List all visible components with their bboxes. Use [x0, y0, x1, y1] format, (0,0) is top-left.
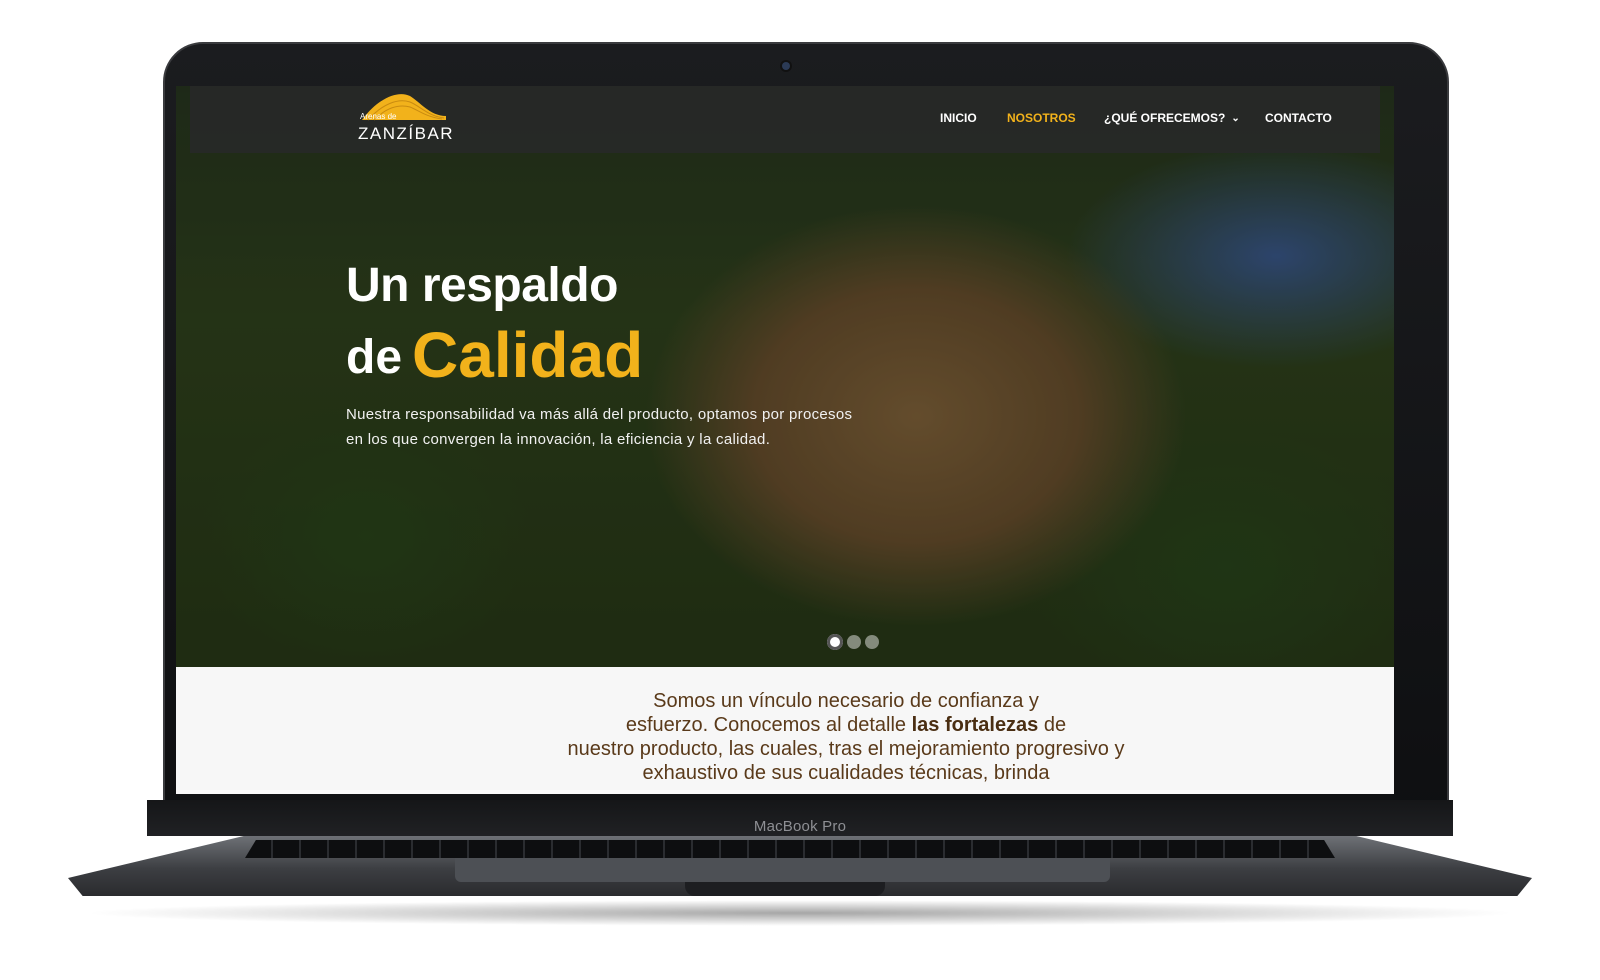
hero-description-line2: en los que convergen la innovación, la e… — [346, 431, 771, 448]
laptop-shadow — [80, 900, 1520, 926]
site-header: Arenas de ZANZÍBAR INICIO NOSOTROS ¿QUÉ … — [190, 86, 1380, 153]
site-logo[interactable]: Arenas de ZANZÍBAR — [358, 90, 453, 148]
lid-notch — [685, 882, 885, 896]
camera-icon — [782, 62, 790, 70]
slider-dot-2[interactable] — [847, 635, 861, 649]
about-section: Somos un vínculo necesario de confianza … — [176, 667, 1394, 794]
hero-title-line1: Un respaldo — [346, 259, 618, 312]
about-line2-before: esfuerzo. Conocemos al detalle — [625, 714, 907, 736]
chevron-down-icon: ⌄ — [1231, 112, 1240, 124]
about-line2: esfuerzo. Conocemos al detalle las forta… — [546, 713, 1146, 737]
hero-description: Nuestra responsabilidad va más allá del … — [346, 402, 966, 452]
hero-title-accent: Calidad — [412, 319, 644, 391]
nav-inicio-label: INICIO — [940, 111, 977, 125]
slider-dot-3[interactable] — [865, 635, 879, 649]
about-line2-bold: las fortalezas — [911, 714, 1039, 736]
about-line4: exhaustivo de sus cualidades técnicas, b… — [642, 762, 1050, 784]
hero-title-line2: de Calidad — [346, 318, 643, 392]
nav-que-ofrecemos[interactable]: ¿QUÉ OFRECEMOS? ⌄ — [1104, 106, 1240, 130]
nav-nosotros[interactable]: NOSOTROS — [1007, 106, 1076, 130]
trackpad — [455, 858, 1110, 882]
device-label: MacBook Pro — [753, 818, 847, 835]
nav-inicio[interactable]: INICIO — [940, 106, 977, 130]
nav-nosotros-label: NOSOTROS — [1007, 111, 1076, 125]
nav-contacto[interactable]: CONTACTO — [1265, 106, 1332, 130]
about-line3: nuestro producto, las cuales, tras el me… — [567, 738, 1125, 760]
logo-small-text: Arenas de — [360, 112, 397, 121]
about-line2-after: de — [1043, 714, 1067, 736]
slider-dot-1[interactable] — [827, 634, 843, 650]
keyboard — [245, 840, 1335, 858]
about-text: Somos un vínculo necesario de confianza … — [546, 689, 1146, 785]
about-line1: Somos un vínculo necesario de confianza … — [653, 690, 1039, 712]
hero-description-line1: Nuestra responsabilidad va más allá del … — [346, 406, 853, 423]
logo-large-text: ZANZÍBAR — [358, 124, 455, 143]
slider-dots — [827, 634, 879, 650]
hero-title-prefix: de — [346, 331, 403, 384]
hero-section: Arenas de ZANZÍBAR INICIO NOSOTROS ¿QUÉ … — [176, 86, 1394, 667]
nav-contacto-label: CONTACTO — [1265, 111, 1332, 125]
laptop-mockup: Arenas de ZANZÍBAR INICIO NOSOTROS ¿QUÉ … — [0, 0, 1600, 980]
nav-que-ofrecemos-label: ¿QUÉ OFRECEMOS? — [1104, 111, 1226, 125]
browser-screen: Arenas de ZANZÍBAR INICIO NOSOTROS ¿QUÉ … — [176, 86, 1394, 794]
